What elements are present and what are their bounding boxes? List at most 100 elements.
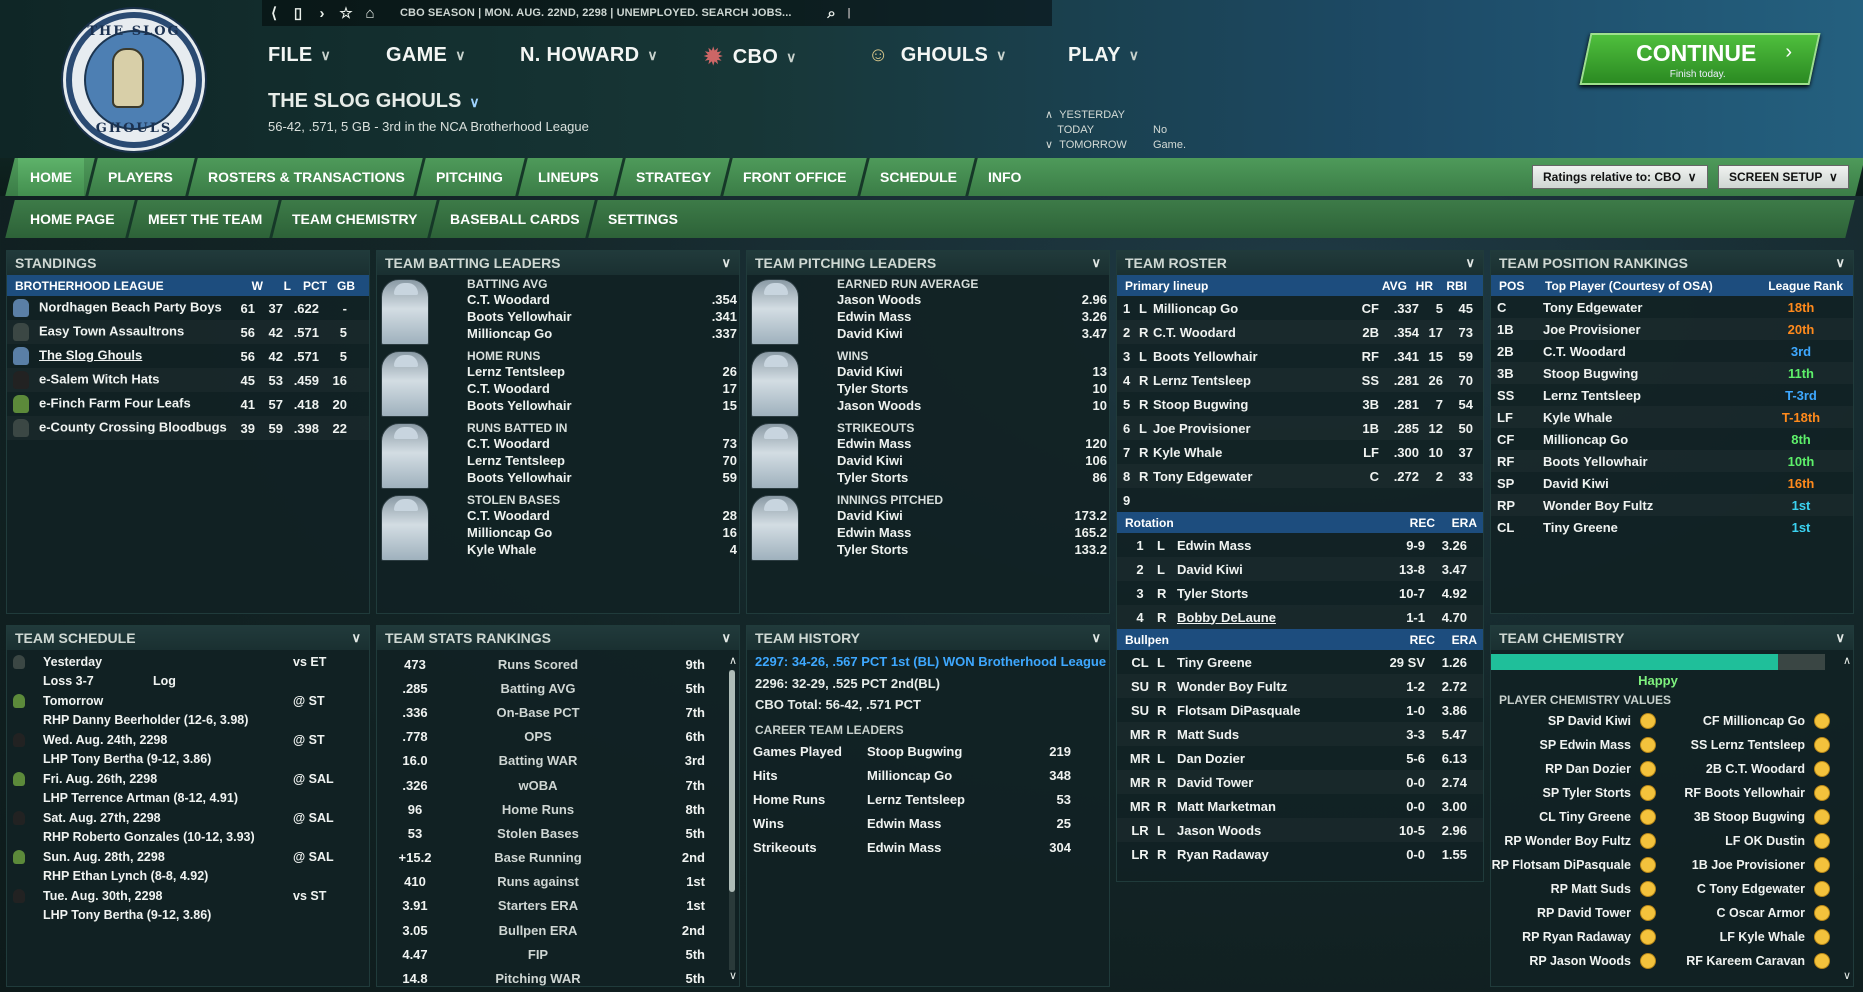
chevron-down-icon[interactable]: ∨ [351, 630, 361, 646]
chevron-down-icon[interactable]: ∨ [721, 630, 731, 646]
table-row[interactable]: RP Wonder Boy Fultz 1st [1491, 494, 1853, 516]
player-photo[interactable] [381, 351, 429, 417]
stat-row[interactable]: 3.05 Bullpen ERA 2nd [377, 918, 739, 942]
schedule-row[interactable]: RHP Ethan Lynch (8-8, 4.92) [7, 867, 369, 887]
table-row[interactable]: 3 R Tyler Storts 10-7 4.92 [1117, 581, 1483, 605]
player-name[interactable]: Lernz Tentsleep [867, 792, 1037, 807]
player-name[interactable]: David Kiwi [1177, 562, 1377, 577]
leader-row[interactable]: Boots Yellowhair .341 [467, 309, 737, 324]
continue-button[interactable]: CONTINUE › Finish today. [1579, 33, 1821, 85]
team-name[interactable]: e-Salem Witch Hats [13, 371, 235, 389]
table-row[interactable]: MR R David Tower 0-0 2.74 [1117, 770, 1483, 794]
player-name[interactable]: David Kiwi [1543, 476, 1761, 491]
player-name[interactable]: RP Matt Suds [1491, 882, 1631, 896]
leader-row[interactable]: Edwin Mass 120 [837, 436, 1107, 451]
player-name[interactable]: Bobby DeLaune [1177, 610, 1377, 625]
stat-row[interactable]: 16.0 Batting WAR 3rd [377, 749, 739, 773]
scroll-up-icon[interactable]: ∧ [1843, 654, 1851, 667]
scrollbar[interactable] [729, 670, 735, 970]
schedule-row[interactable]: RHP Roberto Gonzales (10-12, 3.93) [7, 828, 369, 848]
search-input[interactable]: | [848, 7, 851, 19]
leader-row[interactable]: C.T. Woodard 17 [467, 381, 737, 396]
player-name[interactable]: Edwin Mass [1177, 538, 1377, 553]
table-row[interactable]: LF Kyle Whale T-18th [1491, 406, 1853, 428]
player-name[interactable]: Stoop Bugwing [1543, 366, 1761, 381]
career-row[interactable]: Wins Edwin Mass 25 [747, 811, 1109, 835]
tab-rosters[interactable]: ROSTERS & TRANSACTIONS [196, 158, 417, 196]
chevron-up-icon[interactable]: ∧ [1045, 109, 1053, 121]
leader-row[interactable]: Boots Yellowhair 15 [467, 398, 737, 413]
tab-front-office[interactable]: FRONT OFFICE [731, 158, 858, 196]
player-name[interactable]: RP Wonder Boy Fultz [1491, 834, 1631, 848]
stat-row[interactable]: .336 On-Base PCT 7th [377, 700, 739, 724]
table-row[interactable]: CF Millioncap Go 8th [1491, 428, 1853, 450]
stat-row[interactable]: 3.91 Starters ERA 1st [377, 894, 739, 918]
table-row[interactable]: 2 R C.T. Woodard 2B .354 17 73 [1117, 320, 1483, 344]
schedule-row[interactable]: Yesterday vs ET [7, 652, 369, 672]
scroll-down-icon[interactable]: ∨ [729, 969, 737, 982]
tab-info[interactable]: INFO [976, 158, 1033, 196]
table-row[interactable]: e-County Crossing Bloodbugs 39 59 .398 22 [7, 416, 369, 440]
leader-row[interactable]: Edwin Mass 3.26 [837, 309, 1107, 324]
player-name[interactable]: Wonder Boy Fultz [1543, 498, 1761, 513]
table-row[interactable]: 8 R Tony Edgewater C .272 2 33 [1117, 464, 1483, 488]
subtab-team-chemistry[interactable]: TEAM CHEMISTRY [280, 200, 429, 238]
table-row[interactable]: 1 L Edwin Mass 9-9 3.26 [1117, 533, 1483, 557]
subtab-baseball-cards[interactable]: BASEBALL CARDS [438, 200, 592, 238]
career-row[interactable]: Hits Millioncap Go 348 [747, 763, 1109, 787]
player-name[interactable]: RP Flotsam DiPasquale [1491, 858, 1631, 872]
player-name[interactable]: Dan Dozier [1177, 751, 1377, 766]
leader-row[interactable]: Tyler Storts 86 [837, 470, 1107, 485]
player-name[interactable]: Tyler Storts [1177, 586, 1377, 601]
stat-row[interactable]: .285 Batting AVG 5th [377, 676, 739, 700]
player-name[interactable]: SP Edwin Mass [1491, 738, 1631, 752]
player-name[interactable]: RF Kareem Caravan [1665, 954, 1805, 968]
table-row[interactable]: 2B C.T. Woodard 3rd [1491, 340, 1853, 362]
table-row[interactable]: 4 R Lernz Tentsleep SS .281 26 70 [1117, 368, 1483, 392]
player-name[interactable]: C Tony Edgewater [1665, 882, 1805, 896]
player-name[interactable]: SP Tyler Storts [1491, 786, 1631, 800]
season-info[interactable]: CBO SEASON | MON. AUG. 22ND, 2298 | UNEM… [400, 7, 792, 19]
player-name[interactable]: Matt Suds [1177, 727, 1377, 742]
player-name[interactable]: LF OK Dustin [1665, 834, 1805, 848]
player-name[interactable]: Lernz Tentsleep [1543, 388, 1761, 403]
leader-row[interactable]: David Kiwi 106 [837, 453, 1107, 468]
player-name[interactable]: David Tower [1177, 775, 1377, 790]
table-row[interactable]: 1B Joe Provisioner 20th [1491, 318, 1853, 340]
stat-row[interactable]: .326 wOBA 7th [377, 773, 739, 797]
chevron-down-icon[interactable]: ∨ [721, 255, 731, 271]
table-row[interactable]: MR R Matt Marketman 0-0 3.00 [1117, 794, 1483, 818]
player-name[interactable]: Kyle Whale [1543, 410, 1761, 425]
player-name[interactable]: CF Millioncap Go [1665, 714, 1805, 728]
player-name[interactable]: RP Ryan Radaway [1491, 930, 1631, 944]
player-name[interactable]: LF Kyle Whale [1665, 930, 1805, 944]
table-row[interactable]: 3B Stoop Bugwing 11th [1491, 362, 1853, 384]
player-name[interactable]: RP Jason Woods [1491, 954, 1631, 968]
player-photo[interactable] [751, 495, 799, 561]
team-title[interactable]: THE SLOG GHOULS ∨ [268, 90, 480, 113]
chemistry-row[interactable]: RP Ryan Radaway LF Kyle Whale [1491, 925, 1853, 949]
team-name[interactable]: Nordhagen Beach Party Boys [13, 299, 235, 317]
schedule-row[interactable]: Tue. Aug. 30th, 2298 vs ST [7, 886, 369, 906]
table-row[interactable]: C Tony Edgewater 18th [1491, 296, 1853, 318]
table-row[interactable]: LR R Ryan Radaway 0-0 1.55 [1117, 842, 1483, 866]
chevron-down-icon[interactable]: ∨ [1465, 255, 1475, 271]
player-name[interactable]: Edwin Mass [867, 840, 1037, 855]
menu-file[interactable]: FILE ∨ [268, 44, 331, 67]
team-name[interactable]: e-County Crossing Bloodbugs [13, 419, 235, 437]
player-name[interactable]: Flotsam DiPasquale [1177, 703, 1377, 718]
player-name[interactable]: Millioncap Go [867, 768, 1037, 783]
chemistry-row[interactable]: CL Tiny Greene 3B Stoop Bugwing [1491, 805, 1853, 829]
player-photo[interactable] [751, 423, 799, 489]
player-name[interactable]: Ryan Radaway [1177, 847, 1377, 862]
leader-row[interactable]: C.T. Woodard 73 [467, 436, 737, 451]
team-name[interactable]: Easy Town Assaultrons [13, 323, 235, 341]
tab-strategy[interactable]: STRATEGY [624, 158, 723, 196]
leader-row[interactable]: C.T. Woodard 28 [467, 508, 737, 523]
team-name[interactable]: The Slog Ghouls [13, 347, 235, 365]
schedule-row[interactable]: Tomorrow @ ST [7, 691, 369, 711]
table-row[interactable]: LR L Jason Woods 10-5 2.96 [1117, 818, 1483, 842]
schedule-row[interactable]: Loss 3-7 Log [7, 672, 369, 692]
menu-cbo[interactable]: ✹ CBO ∨ [704, 44, 797, 70]
stat-row[interactable]: .778 OPS 6th [377, 725, 739, 749]
